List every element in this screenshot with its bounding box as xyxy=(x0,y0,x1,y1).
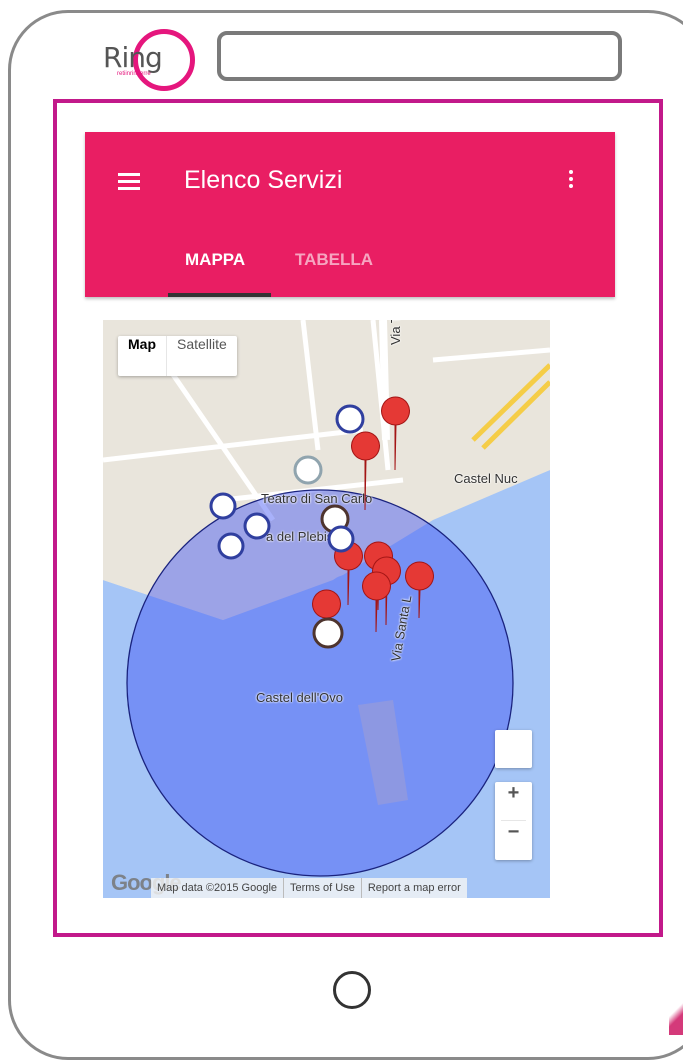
zoom-in-button[interactable]: + xyxy=(495,782,532,820)
map-attribution: Map data ©2015 Google Terms of Use Repor… xyxy=(151,878,467,898)
tablet-corner xyxy=(669,995,683,1035)
zoom-control: + − xyxy=(495,782,532,860)
search-radius-circle xyxy=(126,489,514,877)
hamburger-menu-icon[interactable] xyxy=(118,173,140,191)
more-vert-icon[interactable] xyxy=(566,170,576,196)
via-toledo-road xyxy=(379,320,390,441)
home-circle-icon[interactable] xyxy=(333,971,371,1009)
report-error-link[interactable]: Report a map error xyxy=(362,878,467,898)
tab-mappa[interactable]: MAPPA xyxy=(185,250,245,270)
map-type-control: Map Satellite xyxy=(118,336,237,376)
label-castel-nuovo: Castel Nuc xyxy=(454,471,518,486)
map-data-text: Map data ©2015 Google xyxy=(151,878,285,898)
url-bar[interactable] xyxy=(217,31,622,81)
zoom-out-button[interactable]: − xyxy=(495,821,532,859)
label-plebiscito: a del Plebiscito xyxy=(266,529,354,544)
logo-subtext: retiinrinnerre xyxy=(117,71,151,77)
app-bar xyxy=(85,132,615,297)
app-title: Elenco Servizi xyxy=(184,166,343,194)
map-type-map-button[interactable]: Map xyxy=(118,336,167,376)
map-canvas xyxy=(103,320,550,898)
ring-logo: Ring retiinrinnerre xyxy=(103,27,199,97)
label-teatro: Teatro di San Carlo xyxy=(261,491,373,506)
terms-of-use-link[interactable]: Terms of Use xyxy=(284,878,362,898)
label-via-toledo: Via Tole xyxy=(388,320,403,345)
tab-indicator xyxy=(168,293,271,297)
tab-tabella[interactable]: TABELLA xyxy=(295,250,373,270)
map-type-satellite-button[interactable]: Satellite xyxy=(167,336,237,376)
map-view[interactable]: Map Satellite Castel Nuc Teatro di San C… xyxy=(103,320,550,898)
street-view-pegman-icon[interactable] xyxy=(495,730,532,768)
label-castel-ovo: Castel dell'Ovo xyxy=(256,690,344,705)
logo-text: Ring xyxy=(103,41,163,74)
